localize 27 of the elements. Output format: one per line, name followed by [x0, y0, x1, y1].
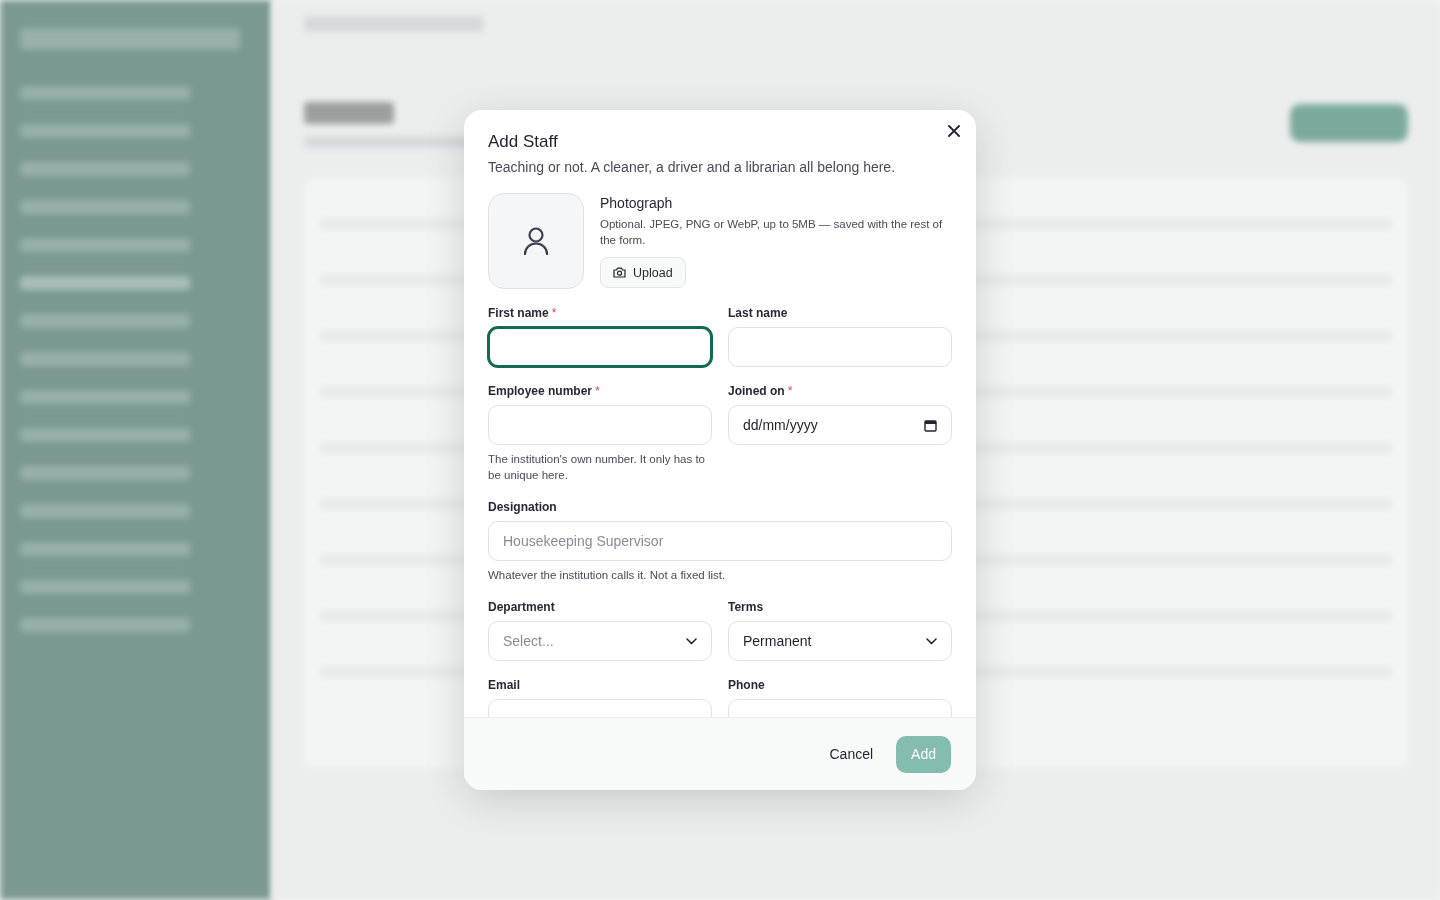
date-field[interactable]: dd/mm/yyyy	[728, 405, 952, 445]
field-hint: The institution's own number. It only has to be unique here.	[488, 452, 706, 483]
field-label: Last name	[728, 305, 789, 321]
chevron-down-icon	[686, 637, 697, 645]
field-label: Designation	[488, 499, 558, 515]
cancel-button[interactable]: Cancel	[814, 735, 889, 773]
calendar-icon	[924, 418, 937, 432]
field-label: Email	[488, 677, 521, 693]
field-label: Terms	[728, 599, 765, 615]
photograph-hint: Optional. JPEG, PNG or WebP, up to 5MB — saved with the rest of the form.	[600, 217, 944, 248]
chevron-down-icon	[926, 637, 937, 645]
camera-icon	[613, 267, 626, 278]
close-icon[interactable]	[948, 125, 960, 137]
field-label: Employee number *	[488, 383, 601, 399]
dialog-title: Add Staff	[488, 132, 559, 152]
dialog-subtitle: Teaching or not. A cleaner, a driver and a librarian all belong here.	[488, 158, 897, 176]
field-label: First name *	[488, 305, 558, 321]
input-field[interactable]	[488, 327, 712, 367]
field-label: Joined on *	[728, 383, 794, 399]
field-label: Phone	[728, 677, 766, 693]
photograph-label: Photograph	[600, 195, 674, 212]
select-field[interactable]: Select...	[488, 621, 712, 661]
field-label: Department	[488, 599, 556, 615]
field-hint: Whatever the institution calls it. Not a fixed list.	[488, 568, 727, 583]
upload-button[interactable]: Upload	[600, 257, 686, 288]
select-field[interactable]: Permanent	[728, 621, 952, 661]
user-icon	[523, 227, 549, 255]
